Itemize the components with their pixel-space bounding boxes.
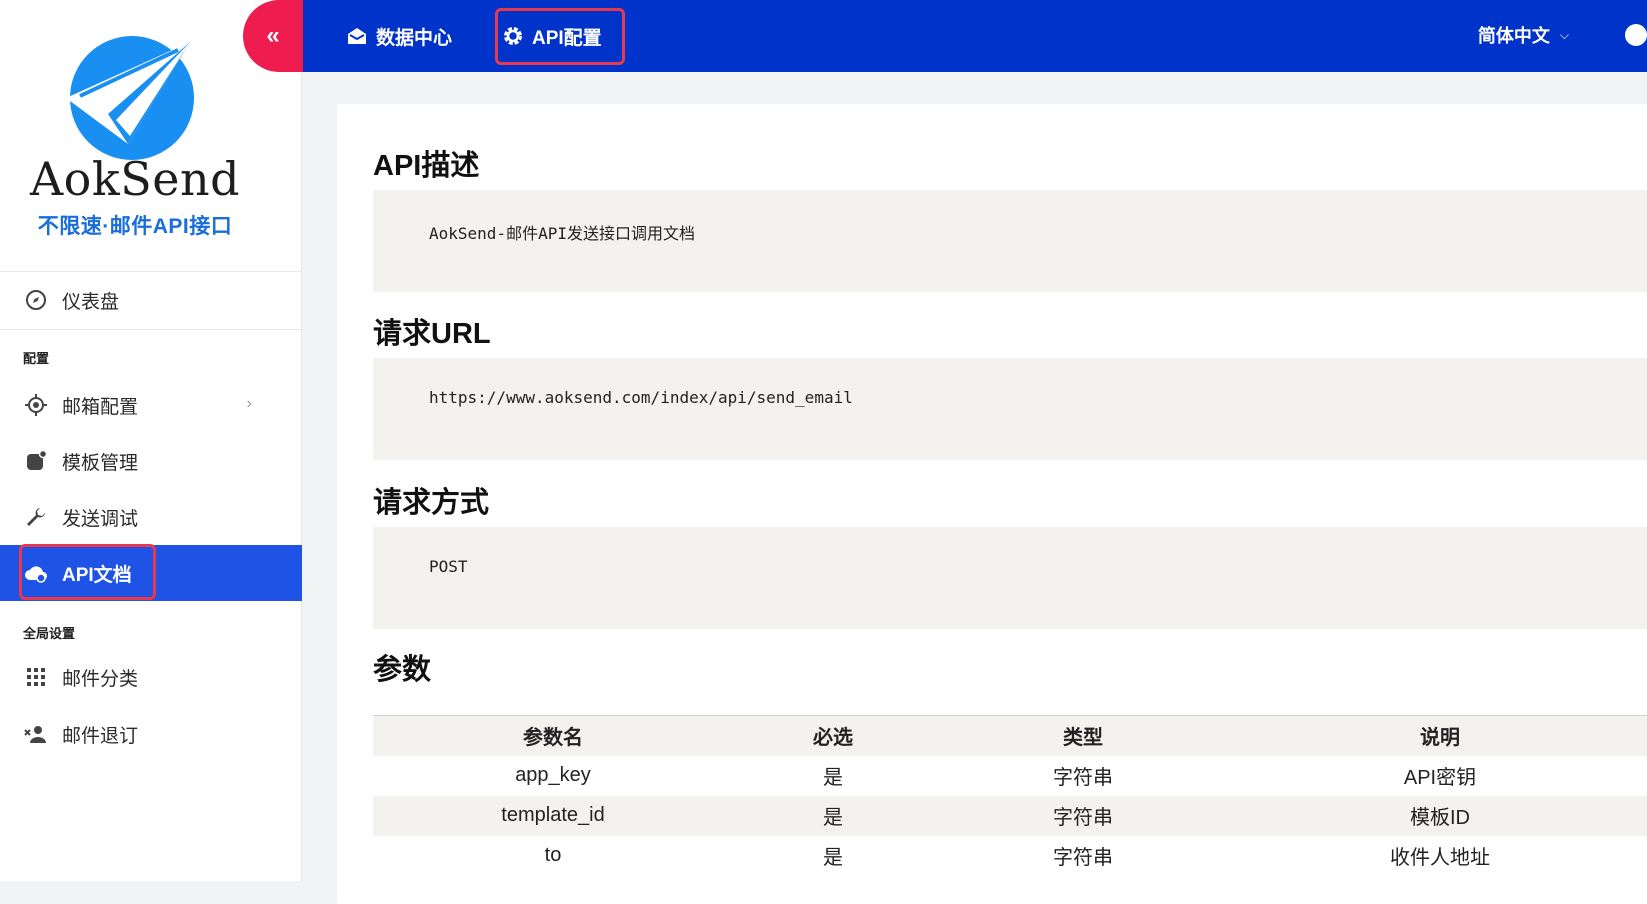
section-label-global: 全局设置 [23,626,76,641]
table-header-row: 参数名 必选 类型 说明 [373,715,1647,756]
compass-icon [24,288,48,312]
request-method-block: POST [373,527,1647,629]
language-label: 简体中文 [1477,26,1550,46]
nav-data-center[interactable]: 数据中心 [346,20,452,52]
api-desc-title: API描述 [373,150,480,182]
params-title: 参数 [373,654,432,686]
highlight-box-api-docs [19,544,156,600]
chevron-right-icon: › [246,395,252,412]
table-cell: template_id [373,795,733,836]
template-icon [24,449,48,473]
table-header-cell: 参数名 [373,715,733,756]
sidebar-item-mailbox-config[interactable]: 邮箱配置 › [0,377,302,433]
request-url-text: https://www.aoksend.com/index/api/send_e… [429,388,853,407]
user-avatar-icon[interactable] [1625,24,1647,46]
sidebar-item-template-manage[interactable]: 模板管理 [0,433,302,489]
table-cell: 字符串 [933,795,1233,836]
table-cell: 字符串 [933,755,1233,796]
sidebar-item-unsubscribe[interactable]: 邮件退订 [0,706,302,762]
request-url-block: https://www.aoksend.com/index/api/send_e… [373,358,1647,460]
section-label-config: 配置 [23,351,50,366]
brand-name: AokSend [29,152,241,206]
highlight-box-api-config [495,8,625,65]
sidebar-item-label: 仪表盘 [62,291,120,313]
paper-plane-logo-icon [66,42,190,144]
request-method-text: POST [429,557,468,576]
user-remove-icon [24,722,48,746]
api-desc-text: AokSend-邮件API发送接口调用文档 [429,224,695,243]
table-cell: 是 [733,835,933,876]
table-cell: 是 [733,755,933,796]
sidebar-item-label: 邮件退订 [62,725,139,747]
table-row: to 是 字符串 收件人地址 [373,835,1647,876]
sidebar-item-label: 邮件分类 [62,668,139,690]
table-header-cell: 说明 [1233,715,1647,756]
table-cell: 是 [733,795,933,836]
sidebar-item-label: 模板管理 [62,452,139,474]
grid-icon [24,665,48,689]
inbox-icon [346,26,368,46]
target-icon [24,393,48,417]
table-cell: to [373,835,733,876]
wrench-icon [24,505,48,529]
sidebar-item-label: 发送调试 [62,508,139,530]
table-cell: 模板ID [1233,795,1647,836]
sidebar-item-send-debug[interactable]: 发送调试 [0,489,302,545]
table-header-cell: 必选 [733,715,933,756]
nav-divider [0,329,302,330]
api-desc-block: AokSend-邮件API发送接口调用文档 [373,190,1647,292]
request-method-title: 请求方式 [373,487,490,519]
top-navbar: 数据中心 API配置 简体中文 ⌵ [302,0,1647,72]
language-selector[interactable]: 简体中文 ⌵ [1478,22,1569,48]
request-url-title: 请求URL [373,318,491,350]
table-cell: API密钥 [1233,755,1647,796]
table-cell: 字符串 [933,835,1233,876]
sidebar: AokSend 不限速·邮件API接口 仪表盘 配置 邮箱配置 › 模板管理 发… [0,0,302,881]
sidebar-item-label: 邮箱配置 [62,396,139,418]
table-header-cell: 类型 [933,715,1233,756]
sidebar-item-dashboard[interactable]: 仪表盘 [0,272,302,328]
table-cell: 收件人地址 [1233,835,1647,876]
chevron-down-icon: ⌵ [1559,27,1569,42]
table-row: app_key 是 字符串 API密钥 [373,755,1647,796]
sidebar-item-mail-category[interactable]: 邮件分类 [0,649,302,705]
params-table: 参数名 必选 类型 说明 app_key 是 字符串 API密钥 templat… [373,715,1647,876]
table-row: template_id 是 字符串 模板ID [373,795,1647,836]
nav-label: 数据中心 [376,27,453,49]
brand-slogan: 不限速·邮件API接口 [37,215,233,238]
table-cell: app_key [373,755,733,796]
